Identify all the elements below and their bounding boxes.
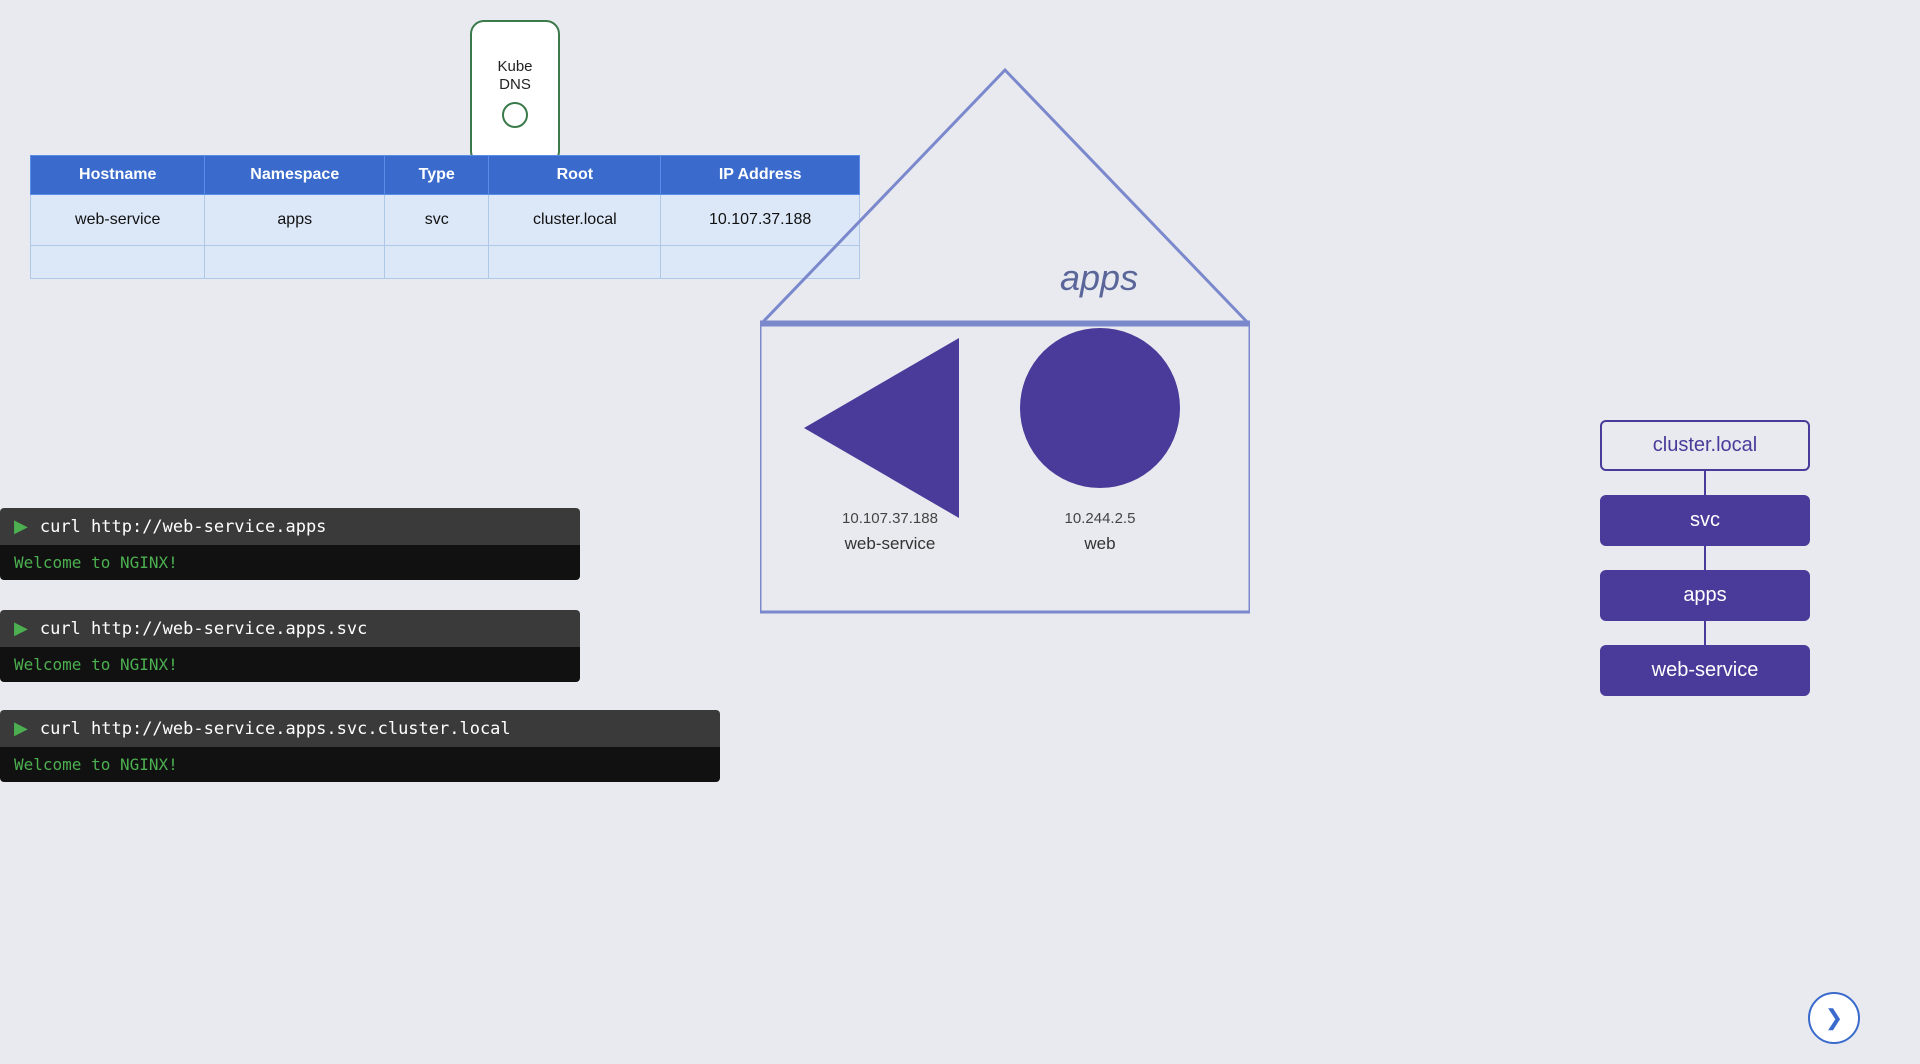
terminal-cmd-3: curl http://web-service.apps.svc.cluster… (40, 719, 511, 739)
terminal-cmd-2: curl http://web-service.apps.svc (40, 619, 368, 639)
dns-node-cluster-local: cluster.local (1600, 420, 1810, 471)
play-icon-3: ▶ (14, 718, 28, 739)
dns-connector-1 (1704, 471, 1706, 495)
cell-empty-2 (205, 246, 385, 279)
terminal-output-3: Welcome to NGINX! (0, 747, 720, 782)
kube-dns-box: Kube DNS (470, 20, 560, 165)
terminal-1: ▶ curl http://web-service.apps Welcome t… (0, 508, 580, 580)
terminal-3: ▶ curl http://web-service.apps.svc.clust… (0, 710, 720, 782)
play-icon-2: ▶ (14, 618, 28, 639)
cell-root: cluster.local (489, 195, 661, 246)
dns-table: Hostname Namespace Type Root IP Address … (30, 155, 860, 279)
service-shape (804, 338, 959, 518)
service-ip-label: 10.107.37.188 (790, 510, 990, 527)
cell-empty-4 (489, 246, 661, 279)
col-namespace: Namespace (205, 156, 385, 195)
kube-dns-circle (502, 102, 528, 128)
dns-node-apps: apps (1600, 570, 1810, 621)
dns-node-web-service: web-service (1600, 645, 1810, 696)
table-row: web-service apps svc cluster.local 10.10… (31, 195, 860, 246)
dns-node-svc: svc (1600, 495, 1810, 546)
cell-hostname: web-service (31, 195, 205, 246)
col-root: Root (489, 156, 661, 195)
cell-empty-3 (385, 246, 489, 279)
chevron-right-icon: ❯ (1825, 1005, 1843, 1031)
nav-next-button[interactable]: ❯ (1808, 992, 1860, 1044)
terminal-output-2: Welcome to NGINX! (0, 647, 580, 682)
pod-shape (1020, 328, 1180, 488)
terminal-2: ▶ curl http://web-service.apps.svc Welco… (0, 610, 580, 682)
kube-dns-label: Kube DNS (497, 58, 532, 94)
pod-ip-label: 10.244.2.5 (1010, 510, 1190, 527)
cell-type: svc (385, 195, 489, 246)
cell-namespace: apps (205, 195, 385, 246)
svg-text:apps: apps (1060, 257, 1138, 298)
dns-connector-3 (1704, 621, 1706, 645)
table-row-empty (31, 246, 860, 279)
cell-empty-1 (31, 246, 205, 279)
terminal-output-1: Welcome to NGINX! (0, 545, 580, 580)
play-icon-1: ▶ (14, 516, 28, 537)
col-type: Type (385, 156, 489, 195)
col-hostname: Hostname (31, 156, 205, 195)
dns-connector-2 (1704, 546, 1706, 570)
service-name-label: web-service (790, 534, 990, 554)
terminal-cmd-1: curl http://web-service.apps (40, 517, 327, 537)
pod-name-label: web (1010, 534, 1190, 554)
dns-hierarchy: cluster.local svc apps web-service (1600, 420, 1810, 696)
